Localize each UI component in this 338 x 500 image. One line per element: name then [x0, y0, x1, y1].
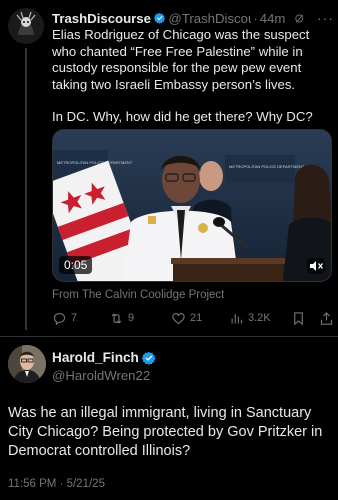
- backdrop-sign-left: METROPOLITAN POLICE DEPARTMENT: [57, 160, 133, 165]
- tweet-header: TrashDiscourse @TrashDiscour... · 44m ··…: [52, 9, 334, 27]
- heart-icon: [172, 312, 185, 324]
- quoted-tweet[interactable]: TrashDiscourse @TrashDiscour... · 44m ··…: [0, 0, 338, 336]
- repost-count: 9: [128, 312, 135, 324]
- views-icon: [231, 313, 243, 323]
- verified-badge-icon: [141, 351, 156, 365]
- backdrop-sign-right: METROPOLITAN POLICE DEPARTMENT: [229, 164, 305, 169]
- separator: ·: [253, 10, 258, 26]
- reply-author-avatar[interactable]: [8, 345, 46, 383]
- verified-badge-icon: [153, 12, 166, 24]
- reply-tweet-text: Was he an illegal immigrant, living in S…: [8, 405, 323, 459]
- share-icon: [320, 311, 333, 325]
- tweet-time[interactable]: 44m: [260, 11, 286, 26]
- share-button[interactable]: [319, 311, 334, 326]
- reply-icon: [53, 312, 66, 325]
- repost-icon: [111, 312, 122, 324]
- tweet-paragraph-1: Elias Rodriguez of Chicago was the suspe…: [52, 27, 310, 92]
- author-name[interactable]: TrashDiscourse: [52, 11, 151, 26]
- reply-tweet-header: Harold_Finch @HaroldWren22: [0, 337, 338, 397]
- author-handle[interactable]: @TrashDiscour...: [168, 11, 251, 26]
- repost-button[interactable]: 9: [109, 311, 171, 326]
- video-frame: METROPOLITAN POLICE DEPARTMENT METROPOLI…: [53, 130, 331, 281]
- thread-line: [25, 48, 27, 330]
- reply-count: 7: [71, 312, 78, 324]
- reply-timestamp[interactable]: 11:56 PM · 5/21/25: [8, 478, 105, 490]
- like-button[interactable]: 21: [171, 311, 229, 326]
- like-count: 21: [190, 312, 203, 324]
- grok-icon[interactable]: [294, 12, 305, 25]
- reply-author-name[interactable]: Harold_Finch: [52, 350, 139, 365]
- bookmark-icon: [294, 311, 303, 325]
- reply-author-handle[interactable]: @HaroldWren22: [52, 368, 150, 383]
- reply-author-name-row: Harold_Finch: [52, 350, 159, 365]
- views-button[interactable]: 3.2K: [229, 311, 291, 326]
- view-count: 3.2K: [248, 312, 271, 324]
- video-duration: 0:05: [59, 256, 93, 274]
- action-bar: 7 9 21 3.2K: [52, 309, 334, 327]
- video-source[interactable]: From The Calvin Coolidge Project: [52, 289, 224, 301]
- mute-icon[interactable]: [307, 258, 325, 274]
- tweet-text: Elias Rodriguez of Chicago was the suspe…: [52, 27, 334, 126]
- reply-button[interactable]: 7: [52, 311, 109, 326]
- author-avatar[interactable]: [8, 8, 44, 44]
- more-options-icon[interactable]: ···: [317, 10, 334, 26]
- tweet-paragraph-2: In DC. Why, how did he get there? Why DC…: [52, 109, 313, 125]
- video-player[interactable]: METROPOLITAN POLICE DEPARTMENT METROPOLI…: [52, 129, 332, 282]
- bookmark-button[interactable]: [291, 311, 319, 326]
